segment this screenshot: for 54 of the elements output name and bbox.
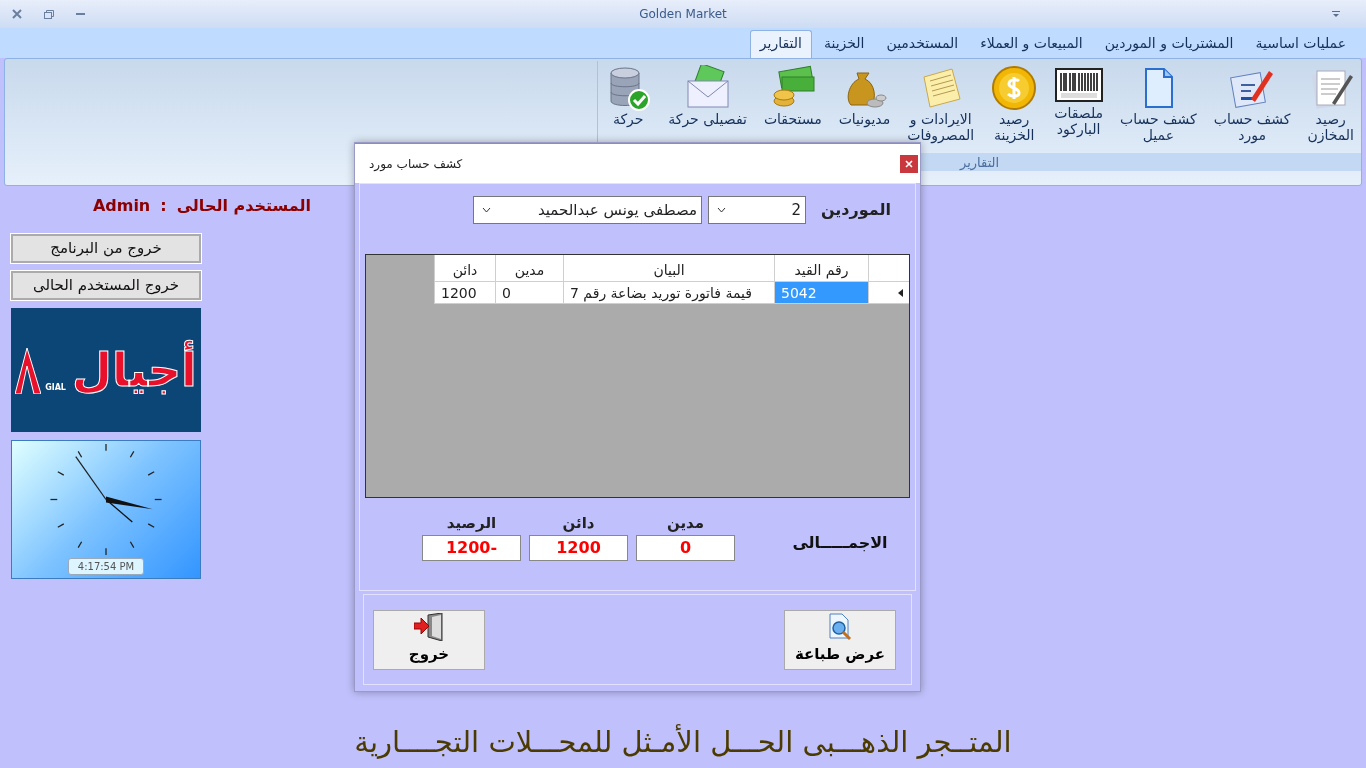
chevron-icon [717, 207, 726, 213]
ribbon-button[interactable]: كشف حساب مورد [1210, 65, 1294, 144]
field-label: مدين [666, 513, 705, 534]
total-field: 1200- [422, 534, 521, 561]
table-cell: 0 [495, 282, 563, 304]
ribbon-tab[interactable]: المبيعات و العملاء [970, 30, 1093, 58]
envelope-money-icon [684, 65, 731, 111]
field-label: الرصيد [446, 513, 497, 534]
total-field: 1200 [529, 534, 628, 561]
slogan: المتــجر الذهـــبى الحـــل الأمـثل للمحـــلات التجــــارية [353, 723, 1013, 761]
ribbon-button[interactable]: مستحقات [760, 65, 825, 128]
field-label: الموردين [819, 199, 893, 221]
restore-icon [44, 9, 54, 19]
ribbon-button[interactable]: حركة [602, 65, 655, 128]
table-cell: قيمة فاتورة توريد بضاعة رقم 7 [563, 282, 774, 304]
separator: : [160, 195, 167, 217]
close-icon [12, 9, 22, 19]
clock-time: 4:17:54 PM [67, 558, 145, 575]
table-cell: 1200 [434, 282, 495, 304]
ribbon-button[interactable]: مديونيات [835, 65, 894, 128]
dropdown-icon [1332, 10, 1340, 18]
action-button[interactable]: خروج [373, 609, 485, 670]
user-label: المستخدم الحالى [176, 195, 311, 217]
total-field: 0 [636, 534, 735, 561]
exit-button[interactable]: خروج من البرنامج [11, 234, 201, 263]
minimize-icon [76, 12, 85, 16]
ribbon-tab[interactable]: عمليات اساسية [1245, 30, 1356, 58]
barcode-icon [1054, 65, 1103, 105]
total-label: الاجمـــــالى [791, 531, 889, 554]
ribbon-button[interactable]: رصيد الخزينة [988, 65, 1041, 144]
user-name: Admin [92, 195, 151, 217]
ribbon-button[interactable]: الايرادات و المصروفات [904, 65, 978, 144]
close-icon[interactable] [900, 154, 918, 173]
ribbon-button[interactable]: ملصقات الباركود [1051, 65, 1107, 138]
dialog-title: كشف حساب مورد [369, 155, 463, 173]
combo-box[interactable]: مصطفى يونس عبدالحميد [473, 196, 702, 224]
exit-door-icon [414, 613, 444, 642]
window-title: Golden Market [639, 7, 727, 21]
ribbon-tab[interactable]: التقارير [749, 30, 812, 58]
document-magnifier-icon [827, 613, 853, 642]
dollar-coin-icon [991, 65, 1038, 111]
ribbon-button[interactable]: كشف حساب عميل [1117, 65, 1200, 144]
triangle-icon [15, 346, 42, 394]
ribbon-button[interactable]: تفصيلى حركة [665, 65, 750, 128]
field-label: دائن [562, 513, 595, 534]
action-button[interactable]: عرض طباعة [784, 609, 896, 670]
ribbon-tab[interactable]: المشتريات و الموردين [1094, 30, 1244, 58]
ribbon-tab[interactable]: الخزينة [813, 30, 875, 58]
chevron-icon [482, 207, 491, 213]
combo-box[interactable]: 2 [708, 196, 806, 224]
ribbon-button[interactable]: رصيد المخازن [1304, 65, 1357, 144]
exit-button[interactable]: خروج المستخدم الحالى [11, 271, 201, 300]
table-cell: 5042 [774, 282, 868, 304]
ribbon-tab[interactable]: المستخدمين [876, 30, 969, 58]
